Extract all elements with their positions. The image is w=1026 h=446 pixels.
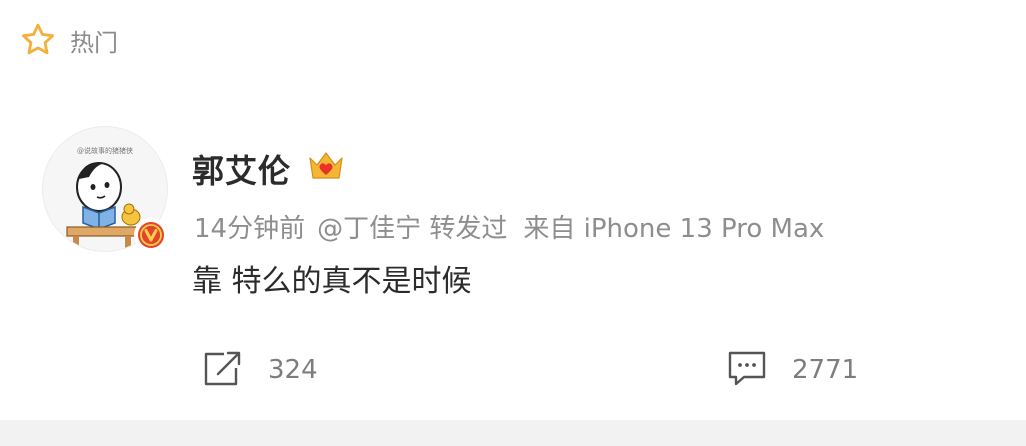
comment-button[interactable]: 2771 [726, 348, 858, 392]
user-name[interactable]: 郭艾伦 [192, 146, 291, 192]
avatar[interactable]: @说故事的猪猪侠 [42, 126, 170, 254]
avatar-caption: @说故事的猪猪侠 [77, 146, 133, 155]
comment-count: 2771 [792, 355, 859, 385]
post-source: 来自 iPhone 13 Pro Max [523, 214, 825, 244]
forwarded-by[interactable]: @丁佳宁 转发过 [317, 208, 507, 245]
post-text: 靠 特么的真不是时候 [192, 264, 472, 299]
repost-count: 324 [268, 355, 318, 385]
hot-label: 热门 [70, 28, 118, 57]
verified-icon [134, 218, 168, 252]
crown-icon[interactable] [306, 148, 346, 184]
comment-icon [726, 348, 768, 392]
post-card: 热门 @说故事的猪猪侠 郭艾伦 14分钟前 @丁佳宁 转发过 来自 iPhone… [0, 0, 1026, 446]
bottom-divider [0, 420, 1026, 446]
repost-button[interactable]: 324 [202, 348, 318, 392]
hot-header[interactable]: 热门 [18, 20, 118, 60]
post-meta: 14分钟前 @丁佳宁 转发过 来自 iPhone 13 Pro Max [194, 208, 824, 245]
repost-icon [202, 348, 244, 392]
post-time: 14分钟前 [194, 214, 306, 244]
star-icon [18, 20, 58, 60]
